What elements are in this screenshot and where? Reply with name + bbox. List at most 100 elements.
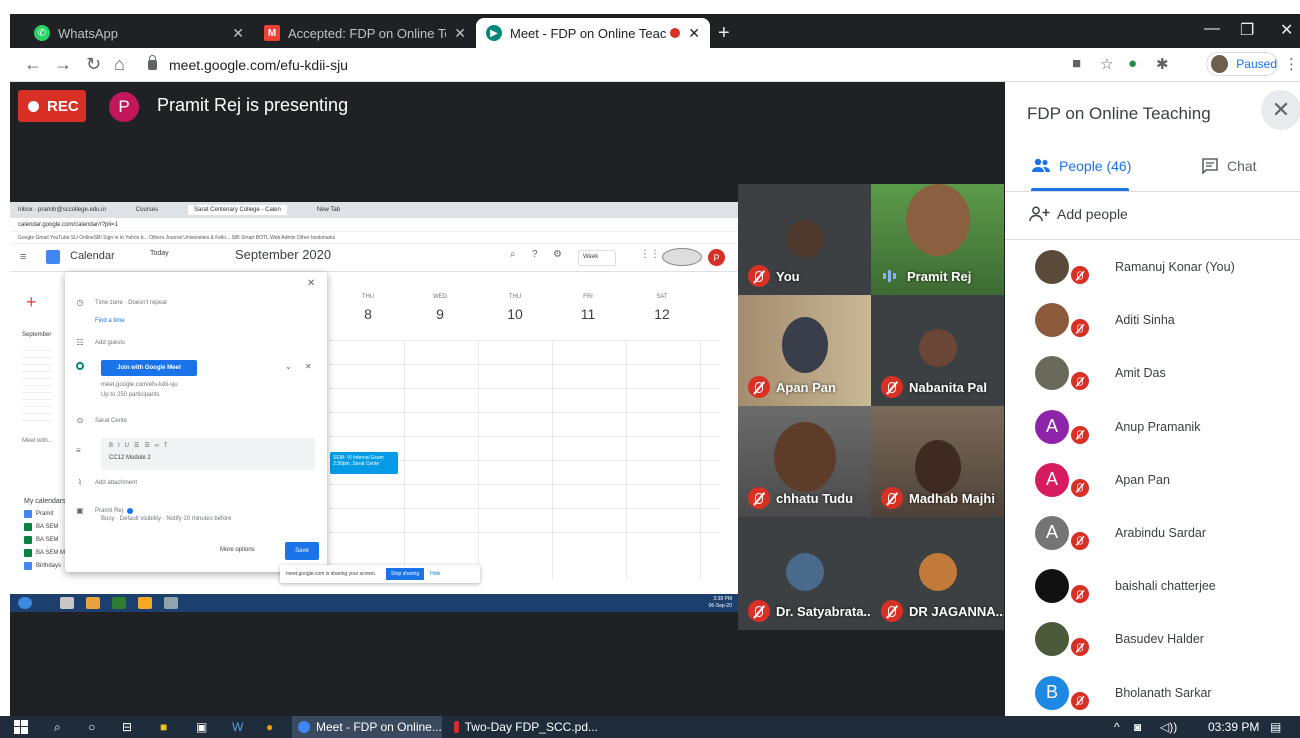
- profile-button[interactable]: Paused: [1206, 52, 1278, 76]
- close-panel-button[interactable]: ✕: [1261, 90, 1300, 130]
- grid-line: [404, 340, 405, 580]
- minimize-icon[interactable]: —: [1204, 20, 1220, 38]
- day-column: FRI 11: [580, 294, 596, 322]
- mic-off-icon: [881, 600, 903, 622]
- network-icon[interactable]: ◙: [1134, 719, 1141, 735]
- tab-chat[interactable]: Chat: [1201, 158, 1257, 174]
- browser-tab-strip: ✆ WhatsApp ✕ M Accepted: FDP on Online T…: [10, 14, 1300, 48]
- extensions-puzzle-icon[interactable]: ✱: [1156, 55, 1169, 73]
- day-column: THU 8: [361, 294, 375, 322]
- video-tile[interactable]: You: [738, 184, 871, 295]
- checkbox-icon: [24, 549, 32, 557]
- back-icon[interactable]: ←: [24, 54, 42, 75]
- taskbar-task-meet[interactable]: Meet - FDP on Online...: [292, 716, 442, 738]
- taskbar-app-icon: [86, 597, 100, 609]
- participant-avatar: [1035, 356, 1069, 391]
- participant-video: [773, 422, 836, 492]
- grid-line: [330, 436, 720, 437]
- video-tile[interactable]: Apan Pan: [738, 295, 871, 406]
- mic-off-icon: [748, 376, 770, 398]
- participant-avatar: B: [1035, 675, 1069, 710]
- grid-line: [626, 340, 627, 580]
- list-item[interactable]: A Apan Pan: [1005, 455, 1300, 508]
- day-column: SAT 12: [654, 294, 670, 322]
- chrome-icon: [298, 721, 310, 733]
- firefox-icon[interactable]: ●: [266, 719, 273, 735]
- calendar-event: SEM- VI Internal Exam 2:30pm, Sarat Cent…: [330, 452, 398, 474]
- mic-off-icon: [748, 265, 770, 287]
- taskbar-app-icon: [164, 597, 178, 609]
- pdf-icon: [454, 721, 459, 733]
- meet-stage: REC P Pramit Rej is presenting Inbox - p…: [10, 82, 1005, 716]
- tab-whatsapp[interactable]: ✆ WhatsApp ✕: [24, 18, 254, 48]
- checkbox-icon: [24, 523, 32, 531]
- screen: ✆ WhatsApp ✕ M Accepted: FDP on Online T…: [0, 0, 1300, 738]
- home-icon[interactable]: ⌂: [114, 54, 125, 75]
- close-tab-icon[interactable]: ✕: [454, 25, 466, 42]
- participant-avatar: [1035, 569, 1069, 604]
- video-tile[interactable]: chhatu Tudu: [738, 406, 871, 517]
- shared-taskbar: 3:38 PM 06-Sep-20: [10, 594, 738, 612]
- mini-calendar-grid: [22, 344, 52, 424]
- add-people-button[interactable]: Add people: [1029, 206, 1128, 222]
- extension-icon[interactable]: ●: [1128, 55, 1137, 72]
- list-item[interactable]: A Anup Pramanik: [1005, 402, 1300, 455]
- clock[interactable]: 03:39 PM: [1208, 719, 1259, 735]
- list-item[interactable]: A Arabindu Sardar: [1005, 508, 1300, 561]
- video-tile[interactable]: Pramit Rej: [871, 184, 1004, 295]
- college-logo: [662, 248, 702, 266]
- participant-avatar: [918, 553, 957, 591]
- taskbar-task-pdf[interactable]: Two-Day FDP_SCC.pd...: [448, 716, 598, 738]
- forward-icon[interactable]: →: [54, 54, 72, 75]
- list-item[interactable]: Aditi Sinha: [1005, 295, 1300, 348]
- new-tab-icon[interactable]: +: [718, 22, 730, 45]
- close-tab-icon[interactable]: ✕: [688, 25, 700, 42]
- browser-toolbar: ← → ↻ ⌂ meet.google.com/efu-kdii-sju ■ ☆…: [10, 48, 1300, 82]
- windows-start-icon[interactable]: [14, 719, 28, 735]
- participant-avatar: [1035, 303, 1069, 338]
- video-tile[interactable]: Nabanita Pal: [871, 295, 1004, 406]
- address-bar[interactable]: meet.google.com/efu-kdii-sju: [148, 53, 1048, 77]
- presenting-text: Pramit Rej is presenting: [157, 95, 349, 115]
- maximize-icon[interactable]: ❐: [1240, 20, 1254, 40]
- taskbar-app-icon[interactable]: ▣: [196, 719, 207, 735]
- participant-avatar: [918, 329, 957, 367]
- tab-people[interactable]: People (46): [1031, 158, 1131, 174]
- search-icon[interactable]: ⌕: [54, 719, 61, 735]
- task-view-icon[interactable]: ⊟: [122, 719, 132, 735]
- volume-icon[interactable]: ◁)): [1160, 719, 1177, 735]
- tab-meet[interactable]: ▶ Meet - FDP on Online Teachi ✕: [476, 18, 710, 48]
- cortana-icon[interactable]: ○: [88, 719, 95, 735]
- format-toolbar: B I U ☰ ☰ ∞ T: [109, 443, 168, 449]
- word-icon[interactable]: W: [232, 719, 243, 735]
- grid-line: [330, 412, 720, 413]
- show-hidden-icons[interactable]: ^: [1114, 719, 1120, 735]
- mic-off-icon: [881, 487, 903, 509]
- video-tile[interactable]: Dr. Satyabrata...: [738, 517, 871, 630]
- shared-screen: Inbox - pramitr@sccollege.edu.in Courses…: [10, 202, 738, 612]
- list-item[interactable]: B Bholanath Sarkar: [1005, 668, 1300, 721]
- close-icon: ✕: [307, 278, 316, 289]
- close-window-icon[interactable]: ✕: [1280, 20, 1293, 40]
- attachment-icon: ⌇: [78, 478, 82, 487]
- close-tab-icon[interactable]: ✕: [232, 25, 244, 42]
- list-item[interactable]: Amit Das: [1005, 348, 1300, 401]
- video-tile[interactable]: Madhab Majhi: [871, 406, 1004, 517]
- shared-bookmarks-bar: Google Gmail YouTube SU OnlineSBI Sign i…: [10, 232, 738, 244]
- tab-gmail[interactable]: M Accepted: FDP on Online Teachin ✕: [254, 18, 476, 48]
- close-icon: ✕: [305, 362, 312, 371]
- video-tile[interactable]: DR JAGANNA...: [871, 517, 1004, 630]
- reload-icon[interactable]: ↻: [86, 54, 101, 75]
- list-item[interactable]: baishali chatterjee: [1005, 561, 1300, 614]
- menu-kebab-icon[interactable]: ⋮: [1284, 55, 1299, 73]
- list-item[interactable]: Basudev Halder: [1005, 614, 1300, 667]
- file-explorer-icon[interactable]: ■: [160, 719, 167, 735]
- bookmark-star-icon[interactable]: ☆: [1100, 55, 1113, 73]
- participant-video: [781, 317, 828, 373]
- notifications-icon[interactable]: ▤: [1270, 719, 1281, 735]
- create-plus-icon: +: [26, 292, 37, 312]
- camera-icon[interactable]: ■: [1072, 55, 1081, 72]
- profile-avatar: [1211, 55, 1229, 73]
- meet-icon: [76, 362, 84, 370]
- list-item[interactable]: Ramanuj Konar (You): [1005, 242, 1300, 295]
